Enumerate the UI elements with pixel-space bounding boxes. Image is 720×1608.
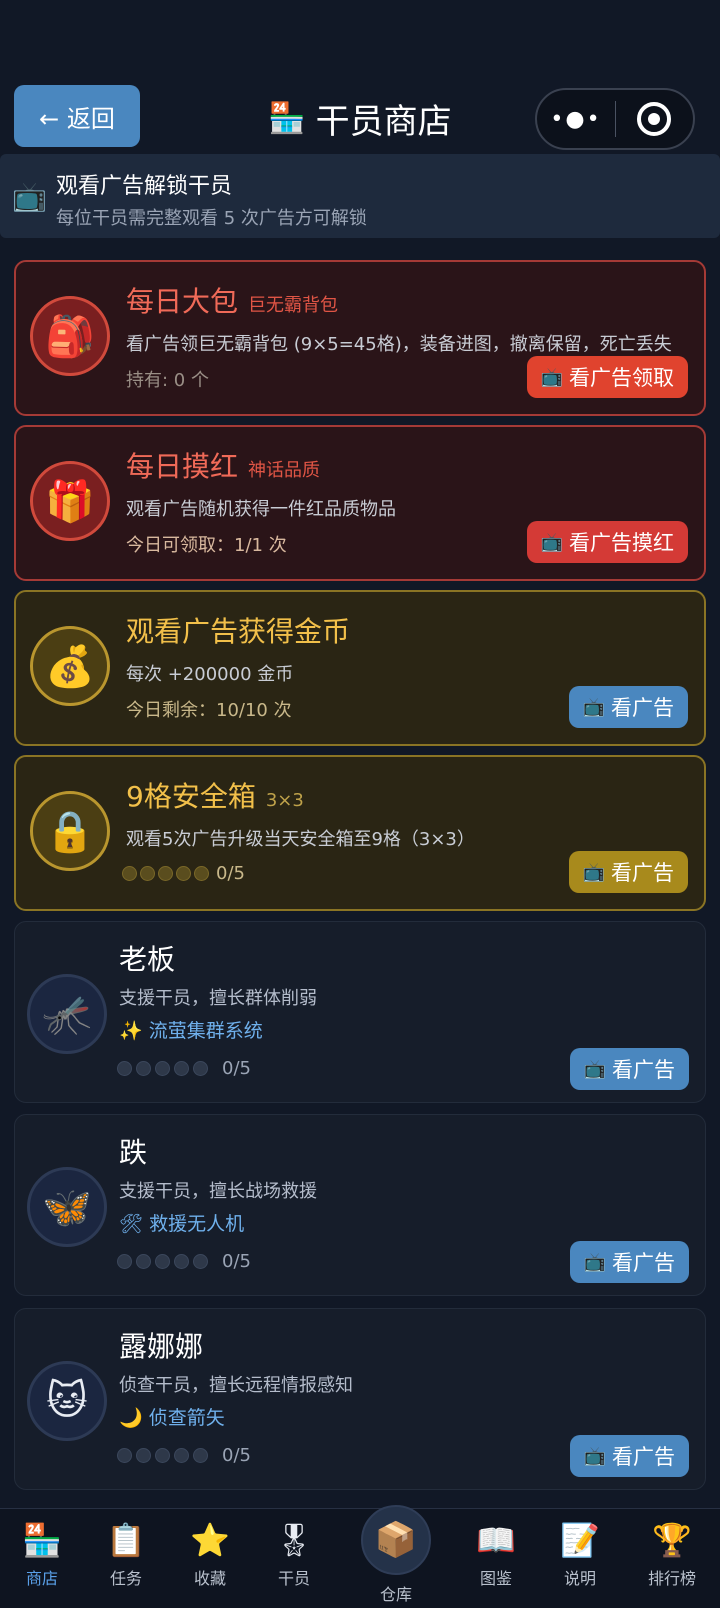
card-desc: 观看广告随机获得一件红品质物品 bbox=[126, 499, 396, 520]
money-bag-icon: 💰 bbox=[30, 626, 110, 706]
shop-24-icon: 🏪 bbox=[268, 101, 306, 136]
tv-icon: 📺 bbox=[540, 366, 563, 388]
card-meta: 今日剩余：10/10 次 bbox=[126, 700, 292, 721]
operator-card: 🦋 跌 支援干员，擅长战场救援 🛠 救援无人机 0/5 📺 看广告 bbox=[14, 1114, 706, 1296]
sparkles-icon: ✨ bbox=[119, 1020, 143, 1042]
watch-ad-operator-button[interactable]: 📺 看广告 bbox=[569, 1241, 689, 1283]
operator-desc: 支援干员，擅长战场救援 bbox=[119, 1181, 317, 1202]
watch-ad-safebox-button[interactable]: 📺 看广告 bbox=[568, 851, 688, 893]
card-tag: 巨无霸背包 bbox=[248, 295, 339, 316]
watch-ad-coins-button[interactable]: 📺 看广告 bbox=[568, 686, 688, 728]
tab-shop[interactable]: 🏪 商店 bbox=[2, 1519, 82, 1589]
book-icon: 📖 bbox=[476, 1521, 516, 1559]
card-tag: 3×3 bbox=[265, 790, 304, 811]
watch-ad-operator-button[interactable]: 📺 看广告 bbox=[569, 1048, 689, 1090]
operator-card: 🐱 露娜娜 侦查干员，擅长远程情报感知 🌙 侦查箭矢 0/5 📺 看广告 bbox=[14, 1308, 706, 1490]
ad-progress: 0/5 bbox=[117, 1058, 251, 1079]
operator-skill: ✨ 流萤集群系统 bbox=[119, 1020, 263, 1042]
tv-icon: 📺 bbox=[582, 861, 605, 883]
coins-card: 💰 观看广告获得金币 每次 +200000 金币 今日剩余：10/10 次 📺 … bbox=[14, 590, 706, 746]
shop-24-icon: 🏪 bbox=[22, 1521, 62, 1559]
butterfly-icon: 🦋 bbox=[27, 1167, 107, 1247]
tv-icon: 📺 bbox=[582, 696, 605, 718]
bottom-tab-bar: 🏪 商店 📋 任务 ⭐ 收藏 🎖 干员 📦 仓库 📖 图鉴 📝 说明 🏆 排行榜 bbox=[0, 1505, 720, 1608]
operator-skill: 🛠 救援无人机 bbox=[119, 1213, 245, 1235]
mini-program-capsule: •●• bbox=[535, 88, 695, 150]
close-target-icon[interactable] bbox=[616, 102, 693, 136]
safe-box-card: 🔒 9格安全箱 3×3 观看5次广告升级当天安全箱至9格（3×3） 0/5 📺 … bbox=[14, 755, 706, 911]
lock-icon: 🔒 bbox=[30, 791, 110, 871]
watch-ad-claim-button[interactable]: 📺 看广告领取 bbox=[526, 356, 688, 398]
tab-operators[interactable]: 🎖 干员 bbox=[254, 1519, 334, 1589]
more-dots-icon[interactable]: •●• bbox=[537, 107, 615, 132]
operator-name: 老板 bbox=[119, 943, 176, 976]
tab-codex[interactable]: 📖 图鉴 bbox=[456, 1519, 536, 1589]
card-desc: 每次 +200000 金币 bbox=[126, 664, 294, 685]
star-icon: ⭐ bbox=[190, 1521, 230, 1559]
ad-progress: 0/5 bbox=[122, 863, 245, 884]
banner-title: 观看广告解锁干员 bbox=[56, 174, 233, 199]
mosquito-icon: 🦟 bbox=[27, 974, 107, 1054]
card-desc: 观看5次广告升级当天安全箱至9格（3×3） bbox=[126, 829, 475, 850]
tab-warehouse[interactable]: 📦 仓库 bbox=[356, 1505, 436, 1605]
tools-icon: 🛠 bbox=[119, 1213, 144, 1235]
tv-icon: 📺 bbox=[540, 531, 563, 553]
gift-icon: 🎁 bbox=[30, 461, 110, 541]
card-desc: 看广告领巨无霸背包 (9×5=45格)，装备进图，撤离保留，死亡丢失 bbox=[126, 334, 672, 355]
banner-subtitle: 每位干员需完整观看 5 次广告方可解锁 bbox=[56, 208, 367, 229]
cat-icon: 🐱 bbox=[27, 1361, 107, 1441]
operator-card: 🦟 老板 支援干员，擅长群体削弱 ✨ 流萤集群系统 0/5 📺 看广告 bbox=[14, 921, 706, 1103]
ad-unlock-banner: 📺 观看广告解锁干员 每位干员需完整观看 5 次广告方可解锁 bbox=[0, 154, 720, 238]
tab-help[interactable]: 📝 说明 bbox=[540, 1519, 620, 1589]
tab-tasks[interactable]: 📋 任务 bbox=[86, 1519, 166, 1589]
tv-icon: 📺 bbox=[583, 1058, 606, 1080]
card-title: 每日摸红 神话品质 bbox=[126, 450, 321, 483]
ad-progress: 0/5 bbox=[117, 1445, 251, 1466]
card-title: 观看广告获得金币 bbox=[126, 615, 351, 648]
tv-icon: 📺 bbox=[583, 1251, 606, 1273]
operator-desc: 侦查干员，擅长远程情报感知 bbox=[119, 1375, 353, 1396]
tab-favorites[interactable]: ⭐ 收藏 bbox=[170, 1519, 250, 1589]
watch-ad-operator-button[interactable]: 📺 看广告 bbox=[569, 1435, 689, 1477]
tab-leaderboard[interactable]: 🏆 排行榜 bbox=[632, 1519, 712, 1589]
card-title: 每日大包 巨无霸背包 bbox=[126, 285, 339, 318]
medal-icon: 🎖 bbox=[273, 1521, 315, 1559]
card-meta: 持有: 0 个 bbox=[126, 370, 209, 391]
daily-red-card: 🎁 每日摸红 神话品质 观看广告随机获得一件红品质物品 今日可领取：1/1 次 … bbox=[14, 425, 706, 581]
top-bar: ← 返回 🏪 干员商店 •●• bbox=[0, 0, 720, 150]
memo-icon: 📝 bbox=[560, 1521, 600, 1559]
card-title: 9格安全箱 3×3 bbox=[126, 780, 304, 813]
backpack-icon: 🎒 bbox=[30, 296, 110, 376]
tv-icon: 📺 bbox=[12, 180, 47, 213]
daily-pack-card: 🎒 每日大包 巨无霸背包 看广告领巨无霸背包 (9×5=45格)，装备进图，撤离… bbox=[14, 260, 706, 416]
trophy-icon: 🏆 bbox=[652, 1521, 692, 1559]
card-tag: 神话品质 bbox=[248, 460, 321, 481]
card-meta: 今日可领取：1/1 次 bbox=[126, 535, 287, 556]
moon-icon: 🌙 bbox=[119, 1407, 143, 1429]
package-icon: 📦 bbox=[361, 1505, 431, 1575]
operator-desc: 支援干员，擅长群体削弱 bbox=[119, 988, 317, 1009]
operator-name: 露娜娜 bbox=[119, 1330, 204, 1363]
tv-icon: 📺 bbox=[583, 1445, 606, 1467]
ad-progress: 0/5 bbox=[117, 1251, 251, 1272]
watch-ad-red-button[interactable]: 📺 看广告摸红 bbox=[526, 521, 688, 563]
page-title-text: 干员商店 bbox=[315, 102, 452, 142]
operator-skill: 🌙 侦查箭矢 bbox=[119, 1407, 225, 1429]
clipboard-icon: 📋 bbox=[106, 1521, 146, 1559]
operator-name: 跌 bbox=[119, 1136, 148, 1169]
